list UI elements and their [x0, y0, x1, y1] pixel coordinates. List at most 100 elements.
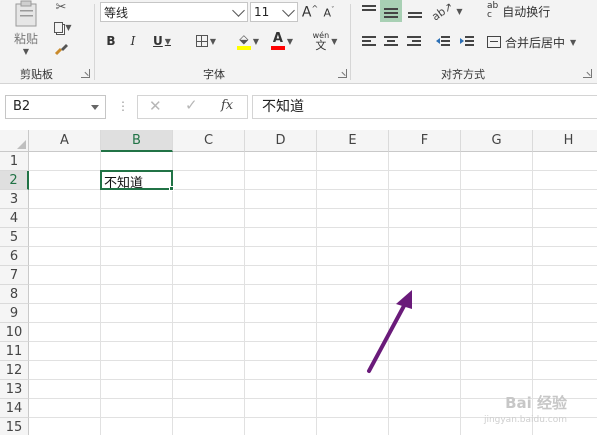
merge-center-label: 合并后居中	[505, 35, 566, 50]
row-header-13[interactable]: 13	[0, 380, 29, 399]
font-color-icon: A	[270, 32, 285, 50]
chevron-down-icon: ▼	[456, 6, 463, 16]
group-divider	[94, 4, 95, 80]
italic-label: I	[130, 34, 136, 48]
insert-function-button[interactable]: fx	[221, 98, 233, 113]
decrease-font-size-button[interactable]: Aˇ	[322, 5, 336, 21]
align-center-icon	[384, 36, 398, 48]
cancel-icon[interactable]: ✕	[149, 97, 162, 115]
row-header-6[interactable]: 6	[0, 247, 29, 266]
decrease-indent-button[interactable]	[432, 32, 454, 52]
merge-icon	[487, 36, 501, 48]
enter-icon[interactable]: ✓	[185, 96, 198, 114]
row-header-7[interactable]: 7	[0, 266, 29, 285]
column-header-f[interactable]: F	[389, 130, 461, 152]
font-group-label: 字体	[203, 68, 225, 81]
fill-bucket-icon: ⬙	[236, 33, 251, 50]
fill-color-button[interactable]: ⬙ ▼	[232, 30, 264, 52]
select-all-button[interactable]	[0, 130, 29, 152]
column-header-c[interactable]: C	[173, 130, 245, 152]
gridline	[29, 379, 597, 380]
row-header-3[interactable]: 3	[0, 190, 29, 209]
alignment-dialog-launcher[interactable]	[583, 69, 592, 78]
row-header-15[interactable]: 15	[0, 418, 29, 435]
chevron-down-icon	[91, 105, 99, 110]
row-header-9[interactable]: 9	[0, 304, 29, 323]
column-header-b[interactable]: B	[101, 130, 173, 152]
increase-font-size-button[interactable]: A^	[302, 3, 318, 21]
row-header-14[interactable]: 14	[0, 399, 29, 418]
row-header-4[interactable]: 4	[0, 209, 29, 228]
row-header-2[interactable]: 2	[0, 171, 29, 190]
gridline	[316, 152, 317, 435]
gridline	[29, 265, 597, 266]
align-middle-icon	[384, 4, 398, 18]
orientation-icon: ab↗	[429, 0, 457, 23]
cut-button[interactable]: ✂	[50, 0, 72, 15]
font-size-select[interactable]: 11	[250, 2, 298, 22]
phonetic-bottom: 文	[315, 39, 327, 52]
row-header-8[interactable]: 8	[0, 285, 29, 304]
align-right-button[interactable]	[403, 32, 425, 52]
clipboard-group-label: 剪贴板	[20, 68, 53, 81]
row-header-12[interactable]: 12	[0, 361, 29, 380]
watermark-subtext: jingyan.baidu.com	[483, 415, 567, 425]
align-top-button[interactable]	[358, 0, 380, 22]
column-header-e[interactable]: E	[317, 130, 389, 152]
group-divider	[350, 4, 351, 80]
format-painter-button[interactable]	[52, 40, 70, 58]
bold-button[interactable]: B	[103, 32, 119, 50]
chevron-down-icon: ▼	[252, 36, 260, 46]
chevron-down-icon: ▼	[331, 36, 338, 46]
align-middle-button[interactable]	[380, 0, 402, 22]
underline-button[interactable]: U ▼	[147, 32, 177, 50]
more-options-icon[interactable]: ⋮	[117, 99, 129, 113]
copy-button[interactable]: ▼	[50, 18, 76, 36]
gridline	[388, 152, 389, 435]
gridline	[29, 208, 597, 209]
column-header-g[interactable]: G	[461, 130, 533, 152]
paste-button[interactable]: 粘贴 ▼	[6, 0, 46, 56]
formula-bar: B2 ⋮ ✕ ✓ fx 不知道	[0, 92, 597, 122]
wrap-text-icon: ab c	[487, 2, 498, 20]
clipboard-icon	[15, 0, 37, 27]
row-header-11[interactable]: 11	[0, 342, 29, 361]
paintbrush-icon	[54, 44, 68, 56]
formula-input[interactable]: 不知道	[252, 95, 597, 119]
font-color-button[interactable]: A ▼	[266, 30, 298, 52]
align-center-button[interactable]	[380, 32, 402, 52]
formula-tools: ✕ ✓ fx	[137, 95, 248, 119]
clipboard-dialog-launcher[interactable]	[81, 69, 90, 78]
fill-handle[interactable]	[169, 186, 174, 191]
chevron-down-icon: ▼	[570, 37, 577, 47]
column-header-h[interactable]: H	[533, 130, 597, 152]
gridline	[29, 246, 597, 247]
wrap-text-label: 自动换行	[502, 4, 551, 19]
font-name-select[interactable]: 等线	[100, 2, 248, 22]
gridline	[172, 152, 173, 435]
paste-label: 粘贴	[13, 32, 38, 46]
border-icon	[195, 35, 208, 47]
row-header-5[interactable]: 5	[0, 228, 29, 247]
font-dialog-launcher[interactable]	[338, 69, 347, 78]
orientation-button[interactable]: ab↗ ▼	[429, 0, 463, 23]
row-header-1[interactable]: 1	[0, 152, 29, 171]
ribbon: 粘贴 ▼ ✂ ▼ 剪贴板 等线 11 A^ Aˇ B I U ▼ ▼ ⬙ ▼ A…	[0, 0, 597, 84]
align-bottom-button[interactable]	[404, 0, 426, 22]
phonetic-button[interactable]: wén 文 ▼	[308, 28, 342, 54]
increase-indent-button[interactable]	[456, 32, 478, 52]
merge-center-button[interactable]: 合并后居中 ▼	[487, 32, 585, 52]
increase-font-icon: A^	[301, 3, 319, 21]
worksheet-grid[interactable]: A B C D E F G H 1 2 3 4 5 6 7 8 9 10 11 12 13 14 15 不知道	[0, 130, 597, 435]
align-left-button[interactable]	[358, 32, 380, 52]
align-top-icon	[362, 4, 376, 18]
active-cell-border	[100, 170, 173, 190]
wrap-text-button[interactable]: ab c 自动换行	[487, 0, 559, 22]
italic-button[interactable]: I	[125, 32, 141, 50]
column-header-d[interactable]: D	[245, 130, 317, 152]
row-header-10[interactable]: 10	[0, 323, 29, 342]
name-box[interactable]: B2	[5, 95, 106, 119]
gridline	[29, 284, 597, 285]
column-header-a[interactable]: A	[29, 130, 101, 152]
borders-button[interactable]: ▼	[190, 32, 222, 50]
